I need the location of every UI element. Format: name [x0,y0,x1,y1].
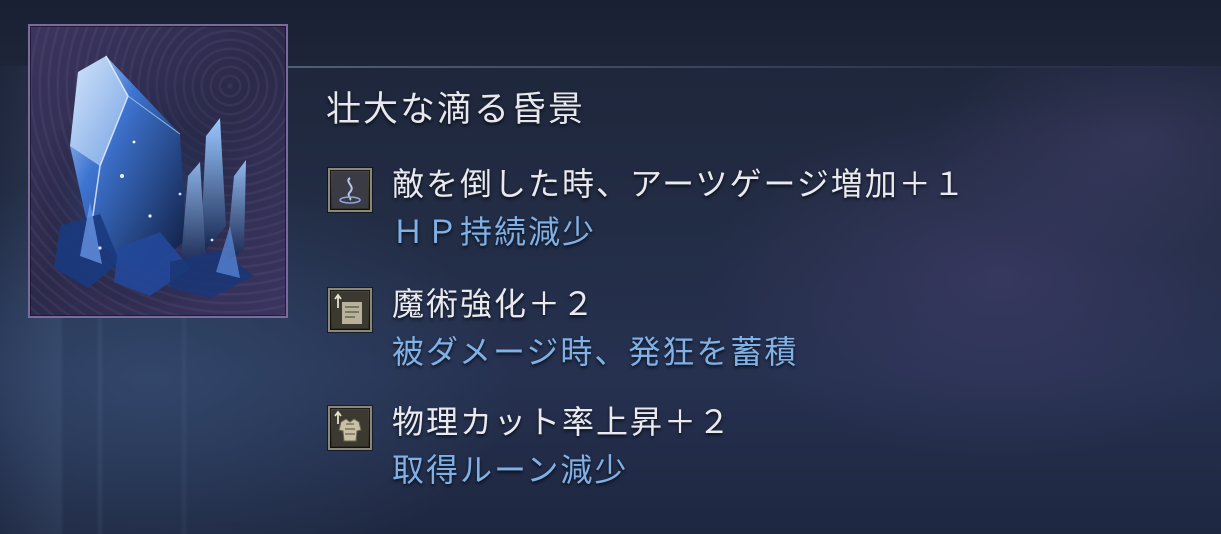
effect-drawback: ＨＰ持続減少 [392,213,597,251]
effect-text: 敵を倒した時、アーツゲージ増加＋１ [392,165,967,203]
panel-top-edge [288,66,1221,68]
effect-drawback: 取得ルーン減少 [392,451,629,489]
armor-icon [328,406,372,450]
effect-text: 魔術強化＋２ [392,285,597,323]
crystal-relic-icon [38,55,258,306]
arts-gauge-icon [328,168,372,212]
effect-drawback: 被ダメージ時、発狂を蓄積 [392,333,799,371]
sorcery-scroll-icon [328,288,372,332]
relic-image-frame [28,24,288,318]
relic-name: 壮大な滴る昏景 [326,90,586,130]
effect-text: 物理カット率上昇＋２ [392,403,733,441]
